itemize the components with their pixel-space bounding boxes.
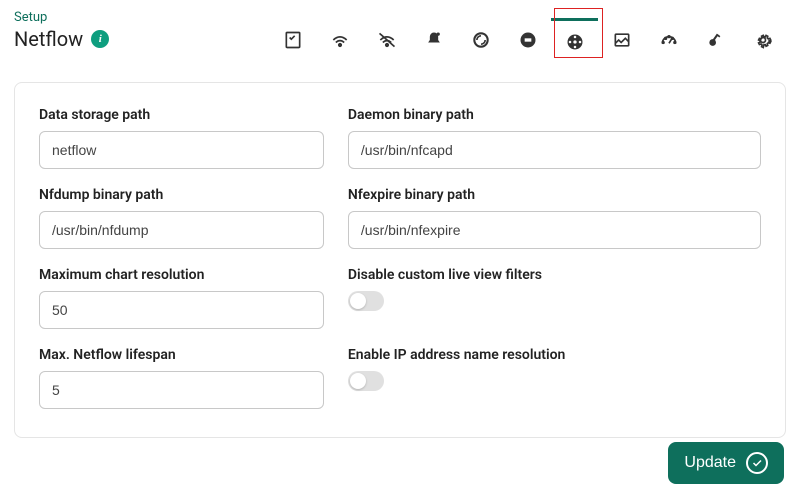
wifi-icon[interactable]: [316, 18, 363, 62]
circle-icon[interactable]: [504, 18, 551, 62]
daemon-binary-path-label: Daemon binary path: [348, 107, 761, 123]
breadcrumb[interactable]: Setup: [14, 10, 109, 25]
check-circle-icon: [746, 452, 768, 474]
update-button-label: Update: [684, 454, 736, 472]
data-storage-path-input[interactable]: [39, 131, 324, 169]
key-icon[interactable]: [692, 18, 739, 62]
gear-icon[interactable]: [739, 18, 786, 62]
image-icon[interactable]: [598, 18, 645, 62]
bell-icon[interactable]: [410, 18, 457, 62]
checklist-icon[interactable]: [269, 18, 316, 62]
page-title: Netflow: [14, 27, 83, 51]
wifi-slash-icon[interactable]: [363, 18, 410, 62]
disable-custom-filters-label: Disable custom live view filters: [348, 267, 761, 283]
toolbar: [269, 10, 786, 62]
nfdump-binary-path-label: Nfdump binary path: [39, 187, 324, 203]
max-netflow-lifespan-label: Max. Netflow lifespan: [39, 347, 324, 363]
update-button[interactable]: Update: [668, 442, 784, 484]
info-icon[interactable]: i: [91, 30, 109, 48]
target-icon[interactable]: [551, 18, 598, 62]
refresh-icon[interactable]: [457, 18, 504, 62]
enable-ip-resolution-toggle[interactable]: [348, 371, 384, 391]
settings-card: Data storage path Daemon binary path Nfd…: [14, 82, 786, 438]
max-chart-resolution-label: Maximum chart resolution: [39, 267, 324, 283]
daemon-binary-path-input[interactable]: [348, 131, 761, 169]
max-chart-resolution-input[interactable]: [39, 291, 324, 329]
nfexpire-binary-path-label: Nfexpire binary path: [348, 187, 761, 203]
nfdump-binary-path-input[interactable]: [39, 211, 324, 249]
gauge-icon[interactable]: [645, 18, 692, 62]
enable-ip-resolution-label: Enable IP address name resolution: [348, 347, 761, 363]
data-storage-path-label: Data storage path: [39, 107, 324, 123]
disable-custom-filters-toggle[interactable]: [348, 291, 384, 311]
max-netflow-lifespan-input[interactable]: [39, 371, 324, 409]
nfexpire-binary-path-input[interactable]: [348, 211, 761, 249]
